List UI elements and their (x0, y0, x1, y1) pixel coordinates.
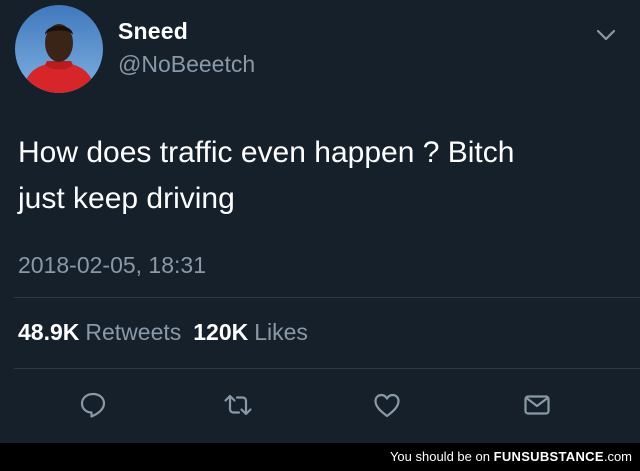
likes-count[interactable]: 120K (193, 319, 248, 345)
divider (14, 297, 640, 298)
avatar-photo (15, 5, 103, 93)
tweet-text: How does traffic even happen ? Bitch jus… (18, 136, 515, 215)
chevron-down-icon[interactable] (595, 28, 617, 42)
retweet-icon[interactable] (223, 390, 253, 420)
display-name[interactable]: Sneed (118, 18, 188, 45)
watermark-prefix: You should be on (389, 449, 490, 464)
like-icon[interactable] (372, 390, 402, 420)
divider (14, 368, 640, 369)
watermark-brand: FUNSUBSTANCE (493, 449, 604, 464)
watermark: You should be on FUNSUBSTANCE.com (390, 449, 632, 464)
watermark-bar: You should be on FUNSUBSTANCE.com (0, 443, 640, 471)
likes-label[interactable]: Likes (254, 319, 308, 345)
user-handle[interactable]: @NoBeeetch (118, 51, 255, 78)
share-icon[interactable] (522, 390, 552, 420)
avatar[interactable] (15, 5, 103, 93)
tweet-timestamp[interactable]: 2018-02-05, 18:31 (18, 252, 206, 279)
engagement-stats: 48.9K Retweets 120K Likes (18, 319, 320, 346)
reply-icon[interactable] (78, 390, 108, 420)
tweet-card: Sneed @NoBeeetch How does traffic even h… (0, 0, 640, 443)
retweets-label[interactable]: Retweets (85, 319, 181, 345)
retweets-count[interactable]: 48.9K (18, 319, 79, 345)
watermark-suffix: .com (603, 449, 632, 464)
